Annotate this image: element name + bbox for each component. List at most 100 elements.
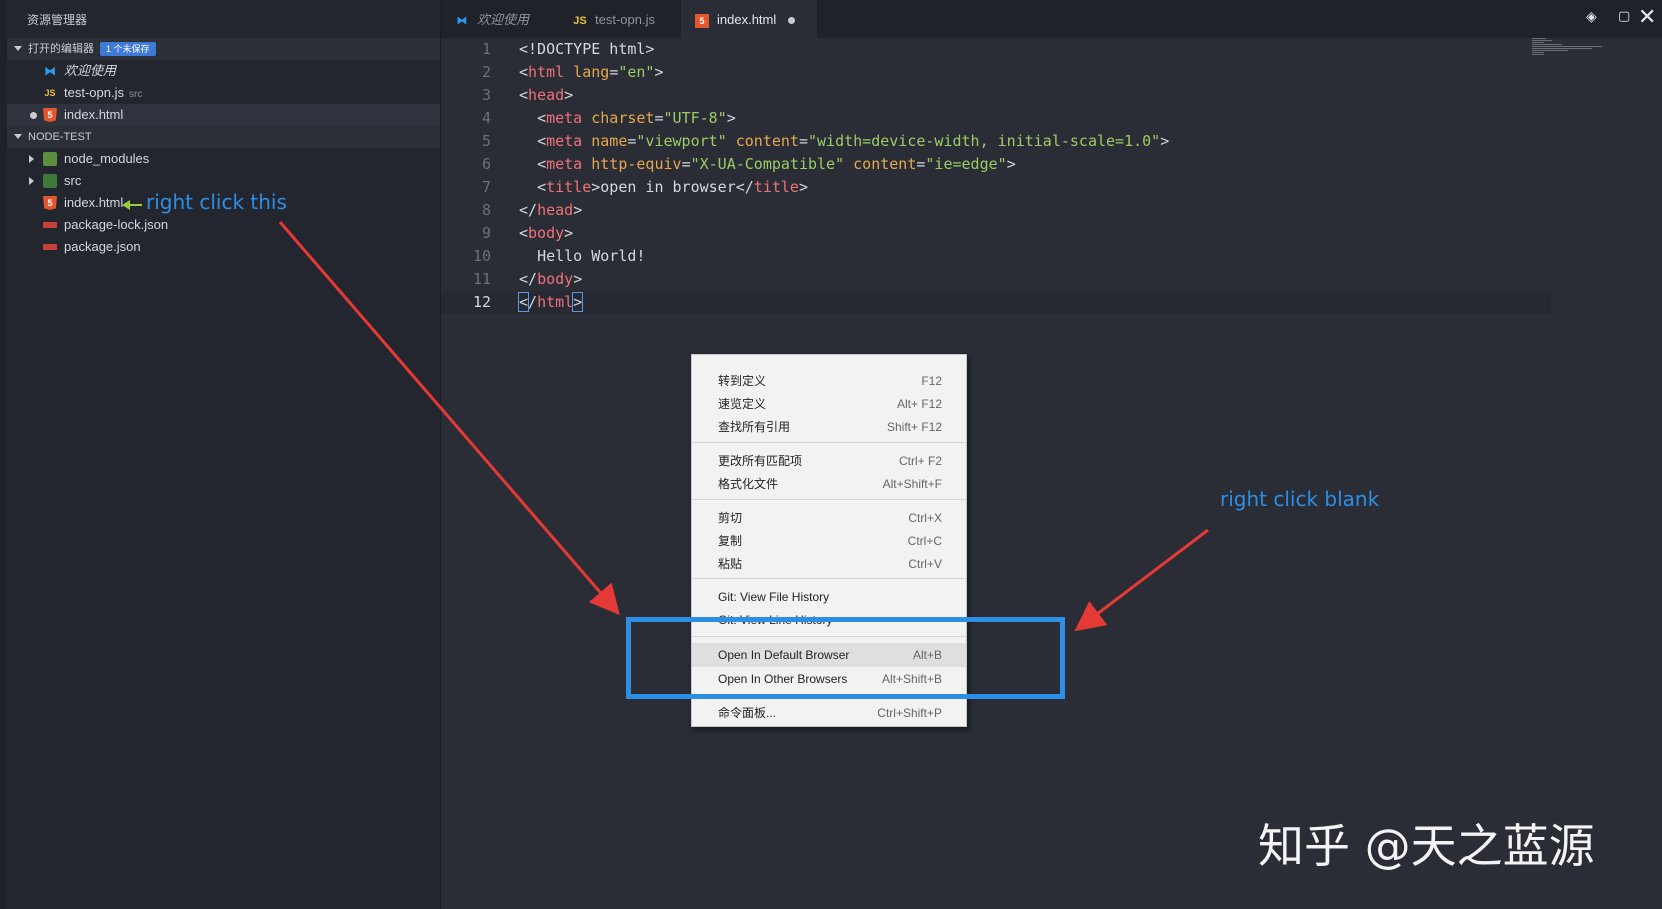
git-compare-icon[interactable]: ◈ — [1586, 8, 1597, 25]
code-editor[interactable]: 1 2 3 4 5 6 7 8 9 10 11 12 <!DOCTYPE htm… — [441, 38, 1662, 909]
code-line-7: <title>open in browser</title> — [519, 176, 808, 199]
code-token: = — [609, 63, 619, 81]
code-token: html — [537, 293, 574, 311]
menu-item-copy[interactable]: 复制 Ctrl+C — [692, 529, 966, 553]
menu-item-label: 更改所有匹配项 — [718, 454, 803, 468]
code-token: > — [726, 109, 736, 127]
code-token: "width=device-width, initial-scale=1.0" — [808, 132, 1161, 150]
code-token: < — [537, 155, 547, 173]
code-token: </ — [519, 270, 538, 288]
line-number: 1 — [481, 40, 491, 58]
tab-welcome[interactable]: ⧓ 欢迎使用 — [441, 0, 559, 38]
code-token: >open in browser</ — [591, 178, 754, 196]
line-number: 8 — [481, 201, 491, 219]
tree-item-package-json[interactable]: package.json — [0, 236, 440, 258]
js-icon: JS — [44, 88, 56, 98]
unsaved-dot-icon[interactable] — [788, 17, 796, 25]
code-token: body — [537, 270, 574, 288]
tab-index-html[interactable]: 5 index.html — [681, 0, 817, 38]
menu-item-paste[interactable]: 粘贴 Ctrl+V — [692, 552, 966, 576]
code-token: http-equiv — [591, 155, 682, 173]
minimap[interactable] — [1532, 38, 1612, 56]
code-line-10: Hello World! — [519, 245, 645, 268]
code-token: title — [546, 178, 592, 196]
menu-item-go-to-definition[interactable]: 转到定义 F12 — [692, 369, 966, 393]
tree-item-node-modules[interactable]: node_modules — [0, 148, 440, 170]
tree-item-label: package-lock.json — [64, 217, 169, 232]
code-token: </ — [519, 201, 538, 219]
tree-item-package-lock[interactable]: package-lock.json — [0, 214, 440, 236]
npm-icon — [43, 222, 57, 228]
menu-item-change-all-occurrences[interactable]: 更改所有匹配项 Ctrl+ F2 — [692, 449, 966, 473]
html-icon: 5 — [695, 13, 709, 28]
line-number: 3 — [481, 86, 491, 104]
code-line-8: </head> — [519, 199, 582, 222]
code-token: html — [528, 63, 565, 81]
tree-item-src[interactable]: src — [0, 170, 440, 192]
menu-item-label: 速览定义 — [718, 397, 767, 411]
current-line-highlight — [441, 291, 1551, 314]
tree-item-label: node_modules — [64, 151, 150, 166]
open-editor-item-welcome[interactable]: ⧓ 欢迎使用 — [0, 60, 440, 82]
menu-separator — [692, 578, 966, 579]
menu-item-find-all-references[interactable]: 查找所有引用 Shift+ F12 — [692, 415, 966, 439]
code-token: > — [564, 224, 574, 242]
tab-label: index.html — [717, 12, 777, 27]
menu-separator — [692, 442, 966, 443]
project-header[interactable]: NODE-TEST — [0, 126, 440, 148]
code-line-1: <!DOCTYPE html> — [519, 38, 654, 61]
explorer-sidebar: 资源管理器 打开的编辑器 1 个未保存 ⧓ 欢迎使用 JS test-opn.js… — [0, 0, 441, 909]
code-token: / — [528, 293, 538, 311]
menu-separator — [692, 499, 966, 500]
sidebar-title: 资源管理器 — [27, 13, 88, 27]
code-token: "X-UA-Compatible" — [690, 155, 845, 173]
chevron-right-icon — [29, 155, 34, 163]
code-line-12: </html> — [517, 291, 584, 314]
tab-test-opn[interactable]: JS test-opn.js — [559, 0, 681, 38]
project-label: NODE-TEST — [28, 131, 92, 143]
js-icon: JS — [573, 15, 587, 27]
line-number: 6 — [481, 155, 491, 173]
code-token: head — [528, 86, 565, 104]
html-icon: 5 — [43, 196, 57, 210]
html-icon: 5 — [43, 108, 57, 122]
menu-item-peek-definition[interactable]: 速览定义 Alt+ F12 — [692, 392, 966, 416]
menu-item-shortcut: Alt+ F12 — [896, 397, 942, 411]
open-editor-label: test-opn.js — [64, 85, 124, 100]
code-token: content — [735, 132, 799, 150]
open-editor-item-test-opn[interactable]: JS test-opn.js src — [0, 82, 440, 104]
code-token: < — [519, 224, 529, 242]
menu-item-command-palette[interactable]: 命令面板... Ctrl+Shift+P — [692, 701, 966, 725]
code-line-4: <meta charset="UTF-8"> — [519, 107, 736, 130]
unsaved-badge: 1 个未保存 — [100, 42, 156, 57]
code-line-11: </body> — [519, 268, 582, 291]
code-token: title — [753, 178, 799, 196]
code-token: > — [564, 86, 574, 104]
close-icon[interactable]: ✕ — [1638, 4, 1656, 30]
code-token: < — [519, 86, 529, 104]
src-folder-icon — [43, 174, 57, 188]
vscode-icon: ⧓ — [456, 15, 468, 27]
menu-item-label: Git: View File History — [718, 590, 830, 604]
menu-item-shortcut: Ctrl+Shift+P — [877, 706, 942, 720]
menu-item-cut[interactable]: 剪切 Ctrl+X — [692, 506, 966, 530]
menu-item-shortcut: Ctrl+X — [908, 511, 942, 525]
open-editors-header[interactable]: 打开的编辑器 1 个未保存 — [0, 38, 440, 60]
split-editor-icon[interactable]: ▢ — [1618, 8, 1630, 24]
unsaved-dot-icon[interactable] — [30, 112, 37, 119]
menu-item-git-view-file-history[interactable]: Git: View File History — [692, 585, 966, 609]
tree-item-label: src — [64, 173, 82, 188]
activity-bar-edge — [0, 0, 7, 909]
code-token: > — [654, 63, 664, 81]
code-token: content — [853, 155, 917, 173]
code-token: < — [537, 132, 547, 150]
code-token: Hello World! — [537, 247, 646, 265]
code-token: > — [573, 270, 583, 288]
code-token: < — [537, 109, 547, 127]
open-editor-item-index-html[interactable]: 5 index.html — [0, 104, 440, 126]
menu-item-format-document[interactable]: 格式化文件 Alt+Shift+F — [692, 472, 966, 496]
code-token: = — [681, 155, 691, 173]
open-editors-label: 打开的编辑器 — [28, 43, 94, 55]
menu-item-label: 剪切 — [718, 511, 743, 525]
code-line-6: <meta http-equiv="X-UA-Compatible" conte… — [519, 153, 1016, 176]
